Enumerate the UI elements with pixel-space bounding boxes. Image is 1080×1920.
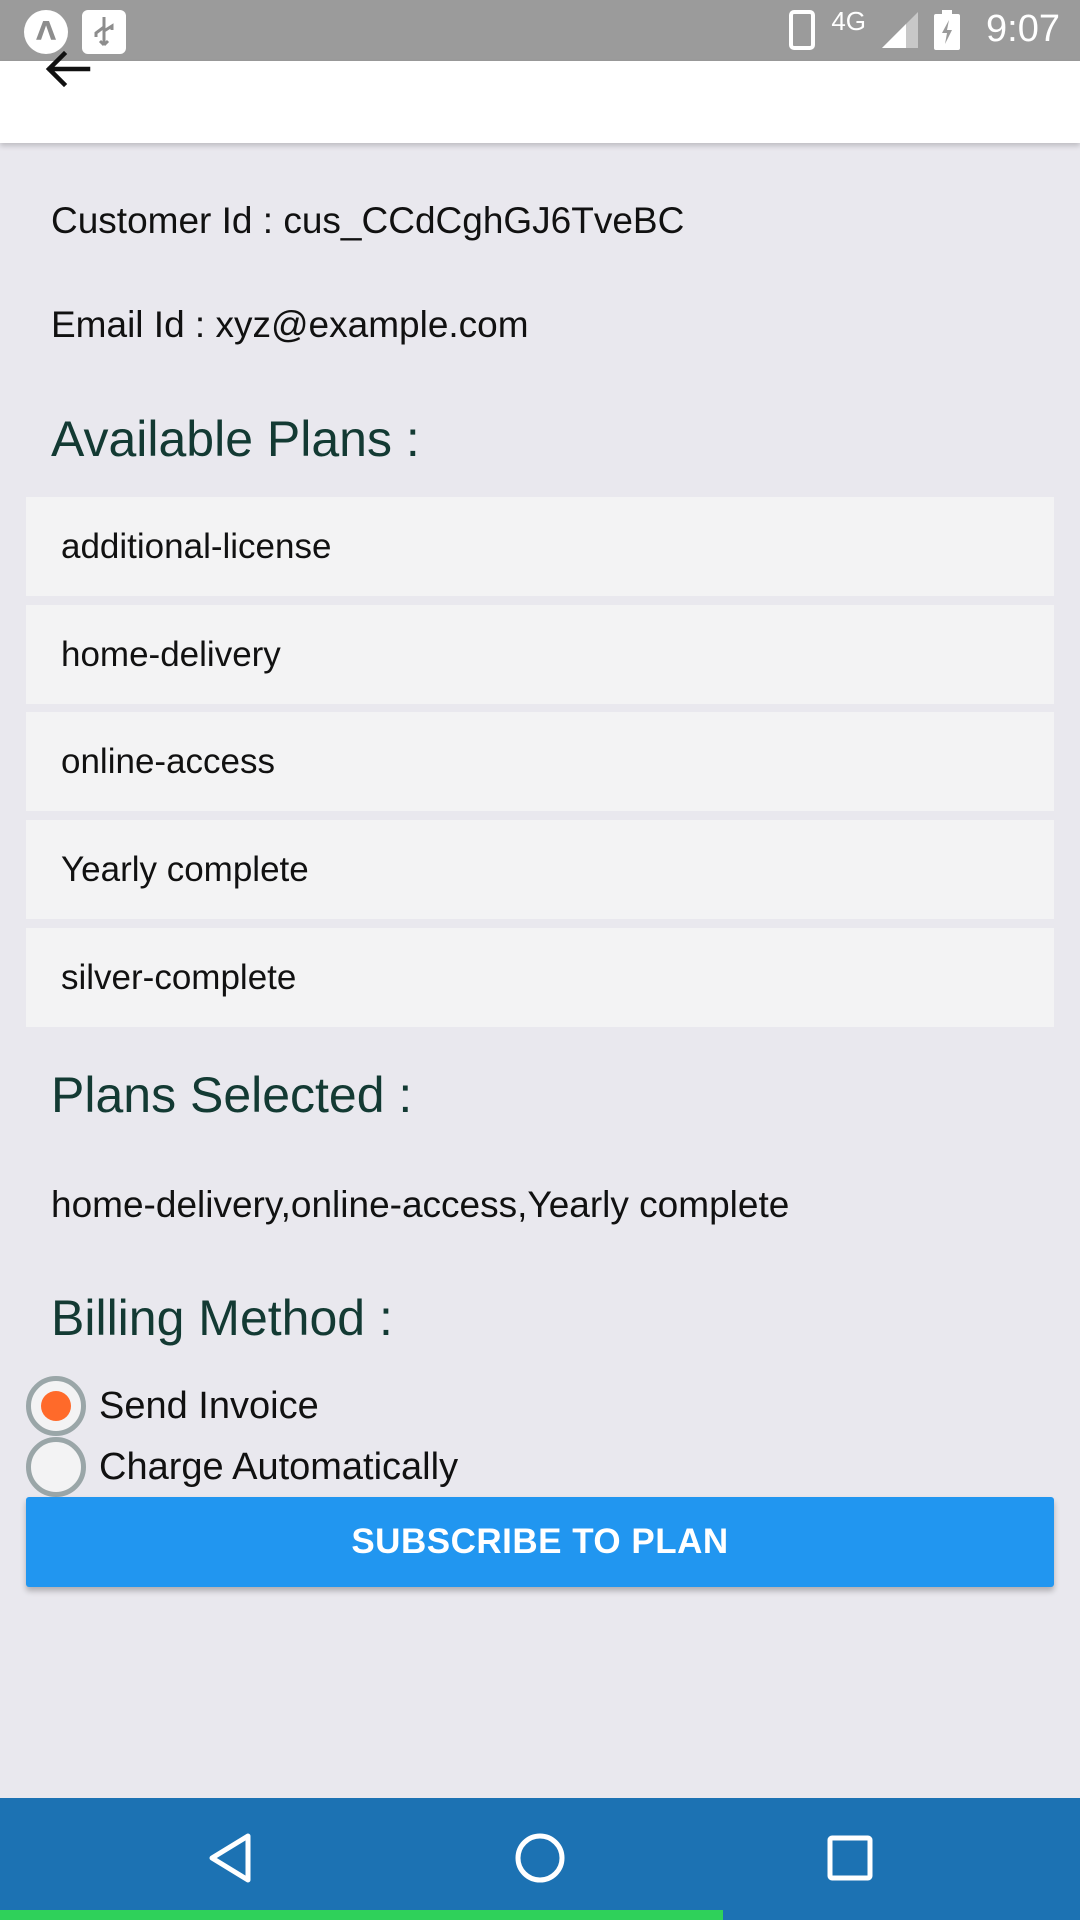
notification-app-icon: Λ xyxy=(24,10,68,54)
home-circle-icon xyxy=(515,1833,565,1883)
plan-item[interactable]: online-access xyxy=(26,712,1054,811)
plan-item-label: additional-license xyxy=(61,526,332,566)
nav-back-button[interactable] xyxy=(200,1828,260,1888)
customer-id-text: Customer Id : cus_CCdCghGJ6TveBC xyxy=(51,200,685,241)
system-nav-bar xyxy=(0,1798,1080,1920)
plan-item-label: online-access xyxy=(61,741,275,781)
email-id-text: Email Id : xyz@example.com xyxy=(51,304,529,345)
battery-charging-icon xyxy=(934,9,961,50)
plan-item-label: silver-complete xyxy=(61,957,297,997)
plan-item[interactable]: Yearly complete xyxy=(26,820,1054,919)
usb-icon xyxy=(82,10,126,54)
billing-method-title: Billing Method : xyxy=(51,1290,393,1346)
usb-glyph xyxy=(94,17,114,47)
recents-square-icon xyxy=(827,1835,873,1881)
nav-home-button[interactable] xyxy=(510,1828,570,1888)
status-bar: Λ 4G 9:07 xyxy=(0,0,1080,61)
plan-item[interactable]: silver-complete xyxy=(26,928,1054,1027)
app-bar xyxy=(0,50,1080,143)
arrow-left-icon xyxy=(45,50,91,88)
plans-selected-value: home-delivery,online-access,Yearly compl… xyxy=(51,1184,790,1225)
signal-icon xyxy=(882,11,919,48)
network-type: 4G xyxy=(831,6,867,36)
subscribe-to-plan-button[interactable]: SUBSCRIBE TO PLAN xyxy=(26,1497,1054,1587)
radio-dot xyxy=(41,1391,71,1421)
plan-item[interactable]: additional-license xyxy=(26,497,1054,596)
plan-item[interactable]: home-delivery xyxy=(26,605,1054,704)
plan-item-label: Yearly complete xyxy=(61,849,309,889)
radio-charge-automatically[interactable]: Charge Automatically xyxy=(26,1437,458,1497)
radio-button-unchecked[interactable] xyxy=(26,1437,86,1497)
back-triangle-icon xyxy=(209,1833,251,1883)
available-plans-title: Available Plans : xyxy=(51,411,420,467)
nav-recents-button[interactable] xyxy=(820,1828,880,1888)
clock: 9:07 xyxy=(986,8,1060,50)
plan-item-label: home-delivery xyxy=(61,634,281,674)
status-right-icons: 4G 9:07 xyxy=(789,6,1060,51)
phone-icon xyxy=(789,9,816,50)
radio-label: Send Invoice xyxy=(99,1384,319,1427)
radio-button-checked[interactable] xyxy=(26,1376,86,1436)
back-button[interactable] xyxy=(40,50,104,91)
plans-selected-title: Plans Selected : xyxy=(51,1067,413,1123)
status-left-icons: Λ xyxy=(24,10,126,54)
radio-label: Charge Automatically xyxy=(99,1445,459,1488)
radio-send-invoice[interactable]: Send Invoice xyxy=(26,1376,319,1436)
loading-progress-bar xyxy=(0,1910,723,1920)
